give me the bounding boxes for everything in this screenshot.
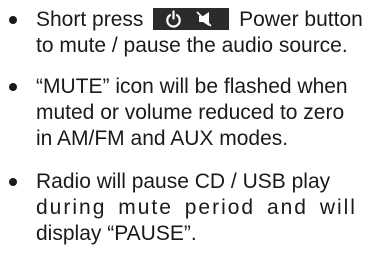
bullet-2-line-2: muted or volume reduced to zero xyxy=(36,101,345,124)
bullet-2-line-1: “MUTE” icon will be flashed when xyxy=(36,75,348,98)
bullet-point xyxy=(9,178,17,186)
bullet-1-text-before-icon: Short press xyxy=(36,8,144,31)
bullet-3-line-2: during mute period and will xyxy=(36,196,357,219)
bullet-2-line-3: in AM/FM and AUX modes. xyxy=(36,127,289,150)
power-mute-button-icon xyxy=(153,8,230,30)
bullet-1-line-1: Short press Power button xyxy=(36,7,363,33)
bullet-1-text-after-icon: Power button xyxy=(239,8,363,31)
mute-speaker-icon xyxy=(196,11,212,27)
bullet-point xyxy=(9,16,17,24)
bullet-point xyxy=(9,83,17,91)
bullet-3-line-1: Radio will pause CD / USB play xyxy=(36,170,331,193)
bullet-3-line-3: display “PAUSE”. xyxy=(36,222,197,245)
bullet-1-line-2: to mute / pause the audio source. xyxy=(36,34,348,57)
manual-excerpt: Short press Power button to mute / pause… xyxy=(0,0,392,255)
